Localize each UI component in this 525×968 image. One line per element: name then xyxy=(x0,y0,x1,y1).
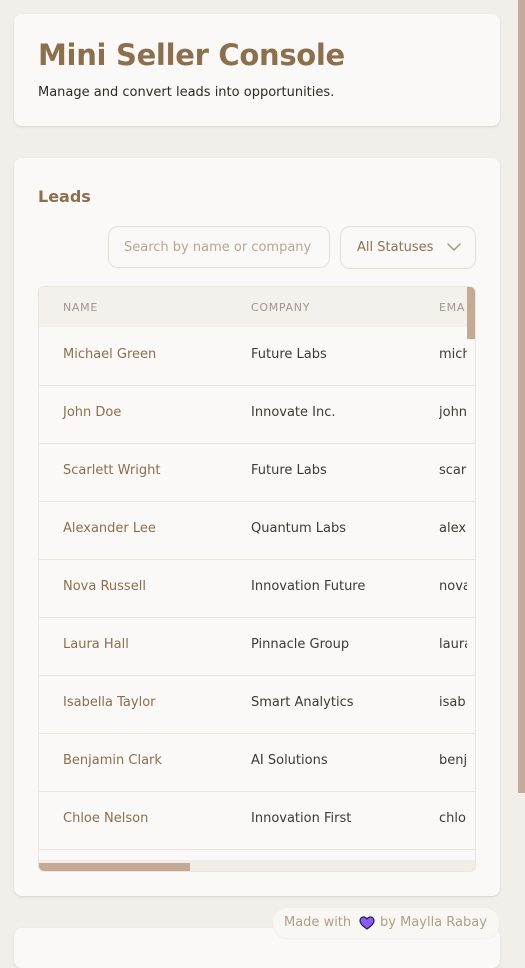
table-row[interactable]: Scarlett Wright Future Labs scar xyxy=(39,443,475,502)
table-row[interactable]: Laura Hall Pinnacle Group laura xyxy=(39,617,475,676)
table-vertical-scrollbar-thumb[interactable] xyxy=(467,287,475,339)
table-row[interactable]: Chloe Nelson Innovation First chlo xyxy=(39,791,475,850)
lead-email: scar xyxy=(439,463,467,478)
lead-company: Innovate Inc. xyxy=(251,405,336,420)
app-subtitle: Manage and convert leads into opportunit… xyxy=(38,85,335,100)
table-row[interactable]: Michael Green Future Labs mich xyxy=(39,327,475,386)
header-card: Mini Seller Console Manage and convert l… xyxy=(14,14,500,126)
status-filter-select[interactable]: All Statuses xyxy=(340,226,476,269)
chevron-down-icon xyxy=(447,243,461,251)
lead-name: Isabella Taylor xyxy=(63,695,156,710)
lead-email: mich xyxy=(439,347,467,362)
lead-company: Future Labs xyxy=(251,463,327,478)
lead-email: alex xyxy=(439,521,467,536)
lead-email: benj xyxy=(439,753,467,768)
table-horizontal-scrollbar-thumb[interactable] xyxy=(39,863,190,871)
lead-company: Future Labs xyxy=(251,347,327,362)
lead-name: John Doe xyxy=(63,405,122,420)
lead-name: Alexander Lee xyxy=(63,521,156,536)
lead-company: AI Solutions xyxy=(251,753,328,768)
lead-company: Smart Analytics xyxy=(251,695,354,710)
app-title: Mini Seller Console xyxy=(38,38,345,72)
leads-card: Leads All Statuses NAME COMPANY EMA Mich… xyxy=(14,158,500,896)
credit-made-with: Made with xyxy=(284,915,352,930)
lead-company: Innovation Future xyxy=(251,579,366,594)
lead-name: Benjamin Clark xyxy=(63,753,162,768)
lead-name: Chloe Nelson xyxy=(63,811,149,826)
column-header-company[interactable]: COMPANY xyxy=(251,301,310,314)
table-row[interactable]: Nova Russell Innovation Future nova xyxy=(39,559,475,618)
lead-company: Innovation First xyxy=(251,811,352,826)
page-scrollbar-thumb[interactable] xyxy=(518,0,525,793)
lead-email: nova xyxy=(439,579,467,594)
leads-title: Leads xyxy=(38,187,91,206)
column-header-name[interactable]: NAME xyxy=(63,301,98,314)
page-scrollbar[interactable] xyxy=(518,0,525,950)
lead-name: Laura Hall xyxy=(63,637,129,652)
column-header-email[interactable]: EMA xyxy=(439,301,465,314)
lead-name: Michael Green xyxy=(63,347,157,362)
table-row[interactable]: Isabella Taylor Smart Analytics isab xyxy=(39,675,475,734)
search-input[interactable] xyxy=(108,226,330,268)
credit-badge: Made with by Maylla Rabay xyxy=(273,908,499,938)
lead-company: Pinnacle Group xyxy=(251,637,350,652)
table-header: NAME COMPANY EMA xyxy=(39,287,475,327)
lead-email: chlo xyxy=(439,811,466,826)
table-row[interactable]: Alexander Lee Quantum Labs alex xyxy=(39,501,475,560)
status-filter-label: All Statuses xyxy=(357,240,434,255)
table-row[interactable]: John Doe Innovate Inc. john xyxy=(39,385,475,444)
lead-email: john xyxy=(439,405,467,420)
lead-name: Nova Russell xyxy=(63,579,146,594)
table-body: Michael Green Future Labs mich John Doe … xyxy=(39,327,475,855)
credit-author: by Maylla Rabay xyxy=(380,915,487,930)
leads-table: NAME COMPANY EMA Michael Green Future La… xyxy=(38,286,476,872)
table-row[interactable]: Benjamin Clark AI Solutions benj xyxy=(39,733,475,792)
lead-email: isab xyxy=(439,695,466,710)
lead-name: Scarlett Wright xyxy=(63,463,161,478)
lead-company: Quantum Labs xyxy=(251,521,347,536)
heart-icon xyxy=(359,916,375,930)
lead-email: laura xyxy=(439,637,467,652)
